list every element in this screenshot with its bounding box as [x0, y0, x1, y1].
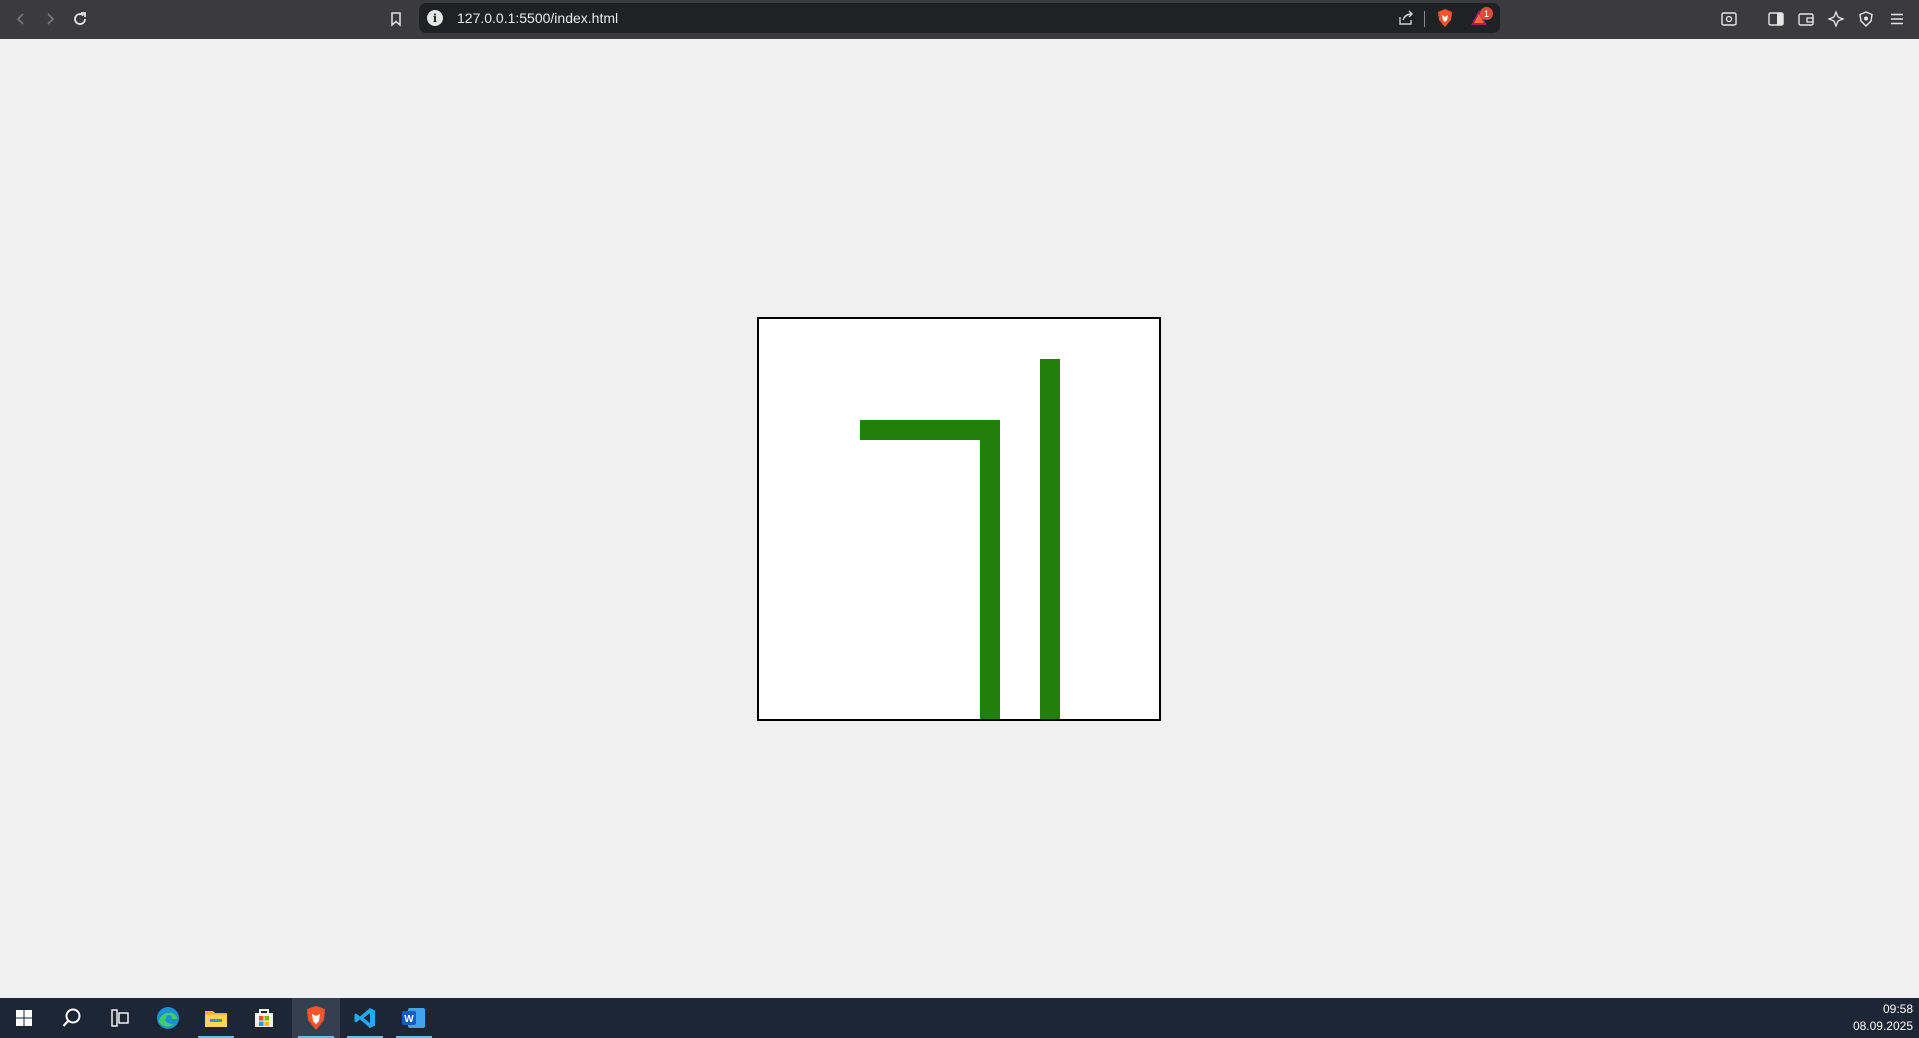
vertical-bar-right — [1040, 359, 1060, 719]
word-icon[interactable]: W — [390, 998, 438, 1038]
clock-date: 08.09.2025 — [1852, 1019, 1913, 1033]
svg-text:W: W — [404, 1014, 414, 1025]
vertical-bar-left — [980, 420, 1000, 719]
brave-shield-icon[interactable] — [1435, 8, 1455, 33]
horizontal-bar — [860, 420, 1000, 440]
vscode-icon[interactable] — [341, 998, 389, 1038]
task-view-icon[interactable] — [96, 998, 144, 1038]
info-icon[interactable]: i — [427, 10, 443, 26]
menu-icon[interactable] — [1884, 6, 1910, 32]
system-clock[interactable]: 09:58 08.09.2025 — [1853, 1001, 1913, 1035]
microsoft-store-icon[interactable] — [240, 998, 288, 1038]
address-bar[interactable]: i 127.0.0.1:5500/index.html 1 — [419, 3, 1500, 33]
vpn-icon[interactable] — [1853, 6, 1879, 32]
reload-icon[interactable] — [67, 6, 93, 32]
drawing-canvas — [757, 317, 1161, 721]
url-text[interactable]: 127.0.0.1:5500/index.html — [457, 10, 618, 26]
rewards-badge: 1 — [1480, 7, 1493, 20]
divider — [1424, 11, 1425, 27]
share-icon[interactable] — [1397, 9, 1415, 32]
taskbar: W 09:58 08.09.2025 — [0, 998, 1919, 1038]
bookmark-icon[interactable] — [383, 6, 409, 32]
sidebar-icon[interactable] — [1763, 6, 1789, 32]
browser-toolbar: i 127.0.0.1:5500/index.html 1 — [0, 0, 1919, 39]
wallet-icon[interactable] — [1793, 6, 1819, 32]
back-icon[interactable] — [8, 6, 34, 32]
clock-time: 09:58 — [1882, 1002, 1913, 1016]
forward-icon[interactable] — [37, 6, 63, 32]
edge-icon[interactable] — [144, 998, 192, 1038]
brave-icon[interactable] — [292, 998, 340, 1038]
search-icon[interactable] — [48, 998, 96, 1038]
tab-search-icon[interactable] — [1716, 6, 1742, 32]
leo-ai-icon[interactable] — [1823, 6, 1849, 32]
windows-start-icon[interactable] — [0, 998, 48, 1038]
file-explorer-icon[interactable] — [192, 998, 240, 1038]
